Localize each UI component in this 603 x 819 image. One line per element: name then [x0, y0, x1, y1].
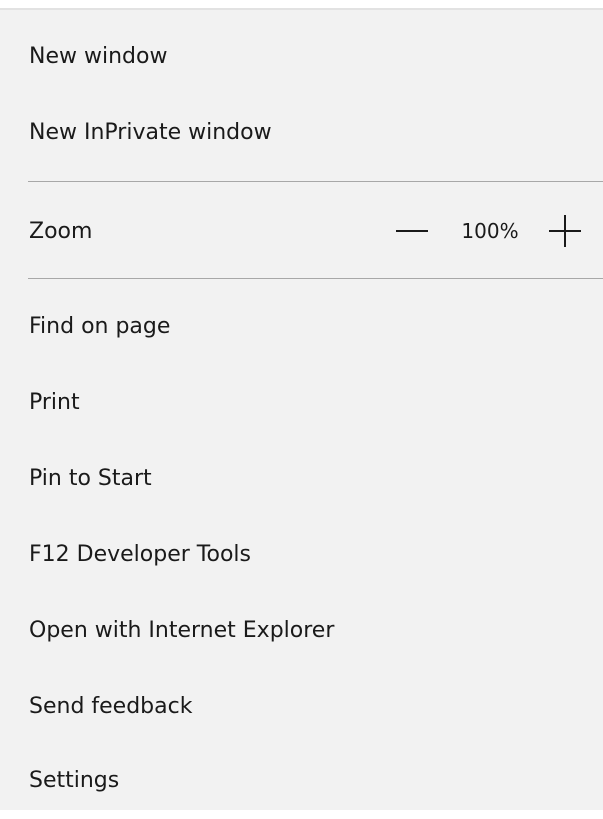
menu-separator [28, 278, 603, 279]
browser-more-actions-menu: New window New InPrivate window Zoom 100… [0, 8, 603, 810]
menu-item-label: F12 Developer Tools [29, 542, 251, 567]
menu-item-label: New InPrivate window [29, 120, 272, 145]
menu-item-label: Print [29, 390, 80, 415]
zoom-level: 100% [461, 219, 519, 243]
menu-item-label: Open with Internet Explorer [29, 618, 335, 643]
menu-item-pin-to-start[interactable]: Pin to Start [0, 441, 603, 517]
plus-icon-vertical [564, 215, 566, 247]
menu-item-find-on-page[interactable]: Find on page [0, 289, 603, 365]
menu-item-send-feedback[interactable]: Send feedback [0, 669, 603, 745]
menu-item-label: Send feedback [29, 694, 193, 719]
menu-item-new-window[interactable]: New window [0, 19, 603, 95]
menu-item-print[interactable]: Print [0, 365, 603, 441]
zoom-in-button[interactable] [542, 211, 588, 251]
menu-item-label: Find on page [29, 314, 171, 339]
menu-item-label: Settings [29, 768, 120, 793]
zoom-row: Zoom 100% [0, 192, 603, 270]
menu-item-new-inprivate-window[interactable]: New InPrivate window [0, 95, 603, 171]
menu-item-label: New window [29, 44, 168, 69]
menu-item-settings[interactable]: Settings [0, 743, 603, 819]
menu-separator [28, 181, 603, 182]
menu-item-open-with-internet-explorer[interactable]: Open with Internet Explorer [0, 593, 603, 669]
menu-item-label: Pin to Start [29, 466, 152, 491]
zoom-out-button[interactable] [389, 211, 435, 251]
minus-icon [396, 230, 428, 232]
zoom-label: Zoom [29, 218, 93, 244]
menu-item-f12-developer-tools[interactable]: F12 Developer Tools [0, 517, 603, 593]
